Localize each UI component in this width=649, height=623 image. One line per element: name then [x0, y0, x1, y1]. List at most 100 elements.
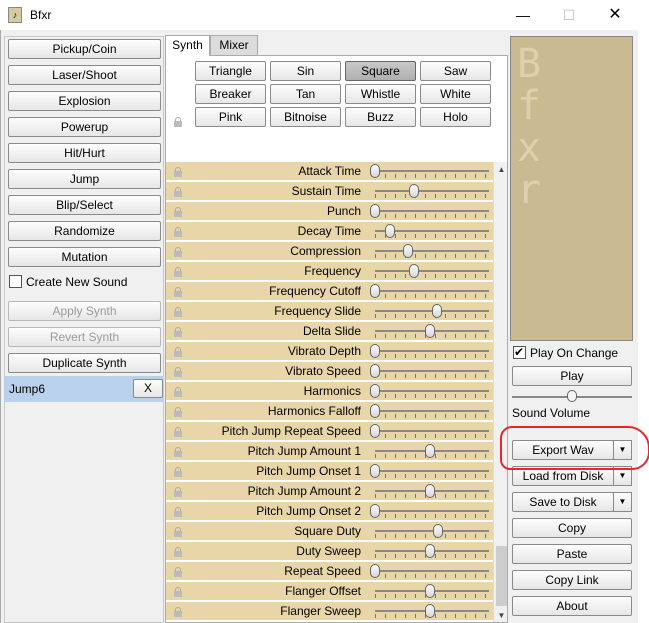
lock-icon[interactable] [174, 387, 184, 397]
param-slider-thumb[interactable] [408, 264, 419, 278]
volume-slider-thumb[interactable] [567, 390, 577, 402]
param-slider-thumb[interactable] [370, 344, 380, 358]
param-slider-thumb[interactable] [432, 524, 443, 538]
lock-icon[interactable] [174, 247, 184, 257]
param-slider-thumb[interactable] [425, 324, 435, 338]
waveform-lock-icon[interactable] [174, 117, 184, 127]
lock-icon[interactable] [174, 367, 184, 377]
maximize-icon[interactable]: ☐ [546, 0, 592, 30]
lock-icon[interactable] [174, 487, 184, 497]
play-on-change-checkbox[interactable]: ✔ [513, 345, 526, 359]
param-slider-track[interactable] [375, 410, 489, 412]
param-slider-thumb[interactable] [370, 164, 380, 178]
paste-button[interactable]: Paste [512, 544, 632, 564]
sound-list-item[interactable]: Jump6 X [4, 376, 164, 402]
lock-icon[interactable] [174, 527, 184, 537]
lock-icon[interactable] [174, 427, 184, 437]
lock-icon[interactable] [174, 467, 184, 477]
revert-synth-button[interactable]: Revert Synth [8, 327, 161, 347]
waveform-button-white[interactable]: White [420, 84, 491, 104]
param-slider-thumb[interactable] [370, 364, 380, 378]
param-slider-track[interactable] [375, 570, 489, 572]
param-slider-track[interactable] [375, 510, 489, 512]
param-slider-thumb[interactable] [370, 404, 380, 418]
param-slider-thumb[interactable] [385, 224, 396, 238]
lock-icon[interactable] [174, 607, 184, 617]
param-slider-thumb[interactable] [431, 304, 442, 318]
param-slider-track[interactable] [375, 290, 489, 292]
param-slider-track[interactable] [375, 370, 489, 372]
waveform-button-tan[interactable]: Tan [270, 84, 341, 104]
generator-button-explosion[interactable]: Explosion [8, 91, 161, 111]
param-slider-track[interactable] [375, 250, 489, 252]
minimize-icon[interactable]: — [500, 0, 546, 30]
generator-button-jump[interactable]: Jump [8, 169, 161, 189]
lock-icon[interactable] [174, 267, 184, 277]
lock-icon[interactable] [174, 447, 184, 457]
waveform-button-whistle[interactable]: Whistle [345, 84, 416, 104]
param-slider-track[interactable] [375, 170, 489, 172]
lock-icon[interactable] [174, 207, 184, 217]
lock-icon[interactable] [174, 167, 184, 177]
param-slider-thumb[interactable] [425, 444, 435, 458]
param-slider-thumb[interactable] [403, 244, 413, 258]
lock-icon[interactable] [174, 567, 184, 577]
lock-icon[interactable] [174, 587, 184, 597]
param-slider-track[interactable] [375, 350, 489, 352]
scrollbar-thumb[interactable] [496, 546, 507, 606]
param-slider-track[interactable] [375, 270, 489, 272]
waveform-button-buzz[interactable]: Buzz [345, 107, 416, 127]
waveform-button-triangle[interactable]: Triangle [195, 61, 266, 81]
generator-button-laser-shoot[interactable]: Laser/Shoot [8, 65, 161, 85]
param-slider-thumb[interactable] [370, 384, 380, 398]
generator-button-mutation[interactable]: Mutation [8, 247, 161, 267]
waveform-button-saw[interactable]: Saw [420, 61, 491, 81]
close-icon[interactable]: ✕ [592, 0, 638, 30]
lock-icon[interactable] [174, 187, 184, 197]
duplicate-synth-button[interactable]: Duplicate Synth [8, 353, 161, 373]
param-slider-track[interactable] [375, 190, 489, 192]
apply-synth-button[interactable]: Apply Synth [8, 301, 161, 321]
copy-link-button[interactable]: Copy Link [512, 570, 632, 590]
lock-icon[interactable] [174, 507, 184, 517]
param-slider-thumb[interactable] [370, 564, 380, 578]
scroll-up-icon[interactable]: ▲ [494, 162, 507, 177]
param-scrollbar[interactable]: ▲ ▼ [493, 162, 507, 622]
param-slider-track[interactable] [375, 210, 489, 212]
param-slider-thumb[interactable] [370, 204, 380, 218]
param-slider-thumb[interactable] [425, 584, 435, 598]
waveform-button-sin[interactable]: Sin [270, 61, 341, 81]
about-button[interactable]: About [512, 596, 632, 616]
generator-button-powerup[interactable]: Powerup [8, 117, 161, 137]
param-slider-thumb[interactable] [425, 484, 435, 498]
create-new-sound-checkbox[interactable] [9, 275, 22, 288]
waveform-button-holo[interactable]: Holo [420, 107, 491, 127]
lock-icon[interactable] [174, 327, 184, 337]
copy-button[interactable]: Copy [512, 518, 632, 538]
param-slider-thumb[interactable] [370, 464, 380, 478]
lock-icon[interactable] [174, 347, 184, 357]
lock-icon[interactable] [174, 227, 184, 237]
param-slider-thumb[interactable] [370, 504, 380, 518]
generator-button-pickup-coin[interactable]: Pickup/Coin [8, 39, 161, 59]
param-slider-track[interactable] [375, 390, 489, 392]
param-slider-track[interactable] [375, 470, 489, 472]
waveform-button-bitnoise[interactable]: Bitnoise [270, 107, 341, 127]
lock-icon[interactable] [174, 407, 184, 417]
param-slider-thumb[interactable] [370, 284, 380, 298]
param-slider-thumb[interactable] [408, 184, 419, 198]
waveform-button-breaker[interactable]: Breaker [195, 84, 266, 104]
param-slider-thumb[interactable] [425, 604, 435, 618]
waveform-button-pink[interactable]: Pink [195, 107, 266, 127]
generator-button-blip-select[interactable]: Blip/Select [8, 195, 161, 215]
lock-icon[interactable] [174, 547, 184, 557]
waveform-button-square[interactable]: Square [345, 61, 416, 81]
save-to-disk-button[interactable]: Save to Disk [512, 492, 614, 512]
lock-icon[interactable] [174, 287, 184, 297]
generator-button-hit-hurt[interactable]: Hit/Hurt [8, 143, 161, 163]
generator-button-randomize[interactable]: Randomize [8, 221, 161, 241]
tab-mixer[interactable]: Mixer [210, 35, 258, 56]
lock-icon[interactable] [174, 307, 184, 317]
tab-synth[interactable]: Synth [165, 35, 210, 56]
play-button[interactable]: Play [512, 366, 632, 386]
